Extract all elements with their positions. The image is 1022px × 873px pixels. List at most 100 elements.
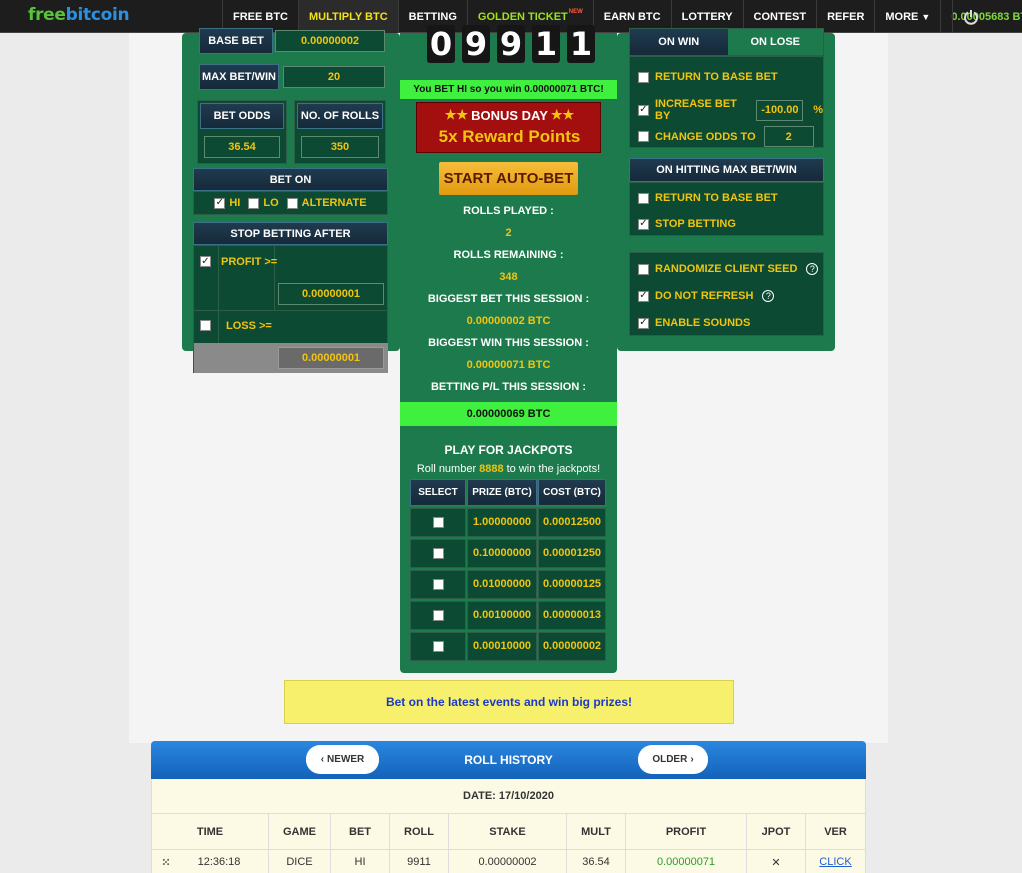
stop-betting-checkbox[interactable]: ✓ xyxy=(638,218,649,230)
bet-odds-box: BET ODDS 36.54 xyxy=(197,100,287,164)
jackpot-row: 0.10000000 0.00001250 xyxy=(410,538,606,568)
chevron-left-icon: ‹ xyxy=(320,754,325,765)
jackpot-subtitle: Roll number 8888 to win the jackpots! xyxy=(416,463,601,475)
rolls-remaining-value: 348 xyxy=(499,270,518,283)
roll-history-title: ROLL HISTORY xyxy=(464,753,553,767)
hi-checkbox[interactable]: ✓ xyxy=(214,197,226,209)
max-bet-label: MAX BET/WIN xyxy=(199,64,279,90)
digit-1: 0 xyxy=(427,25,455,63)
biggest-win-value: 0.00000071 BTC xyxy=(466,358,551,371)
session-stats: ROLLS PLAYED : 2 ROLLS REMAINING : 348 B… xyxy=(400,200,617,398)
nav-refer[interactable]: REFER xyxy=(816,0,874,33)
jackpot-prize: 0.00010000 xyxy=(467,631,537,661)
verify-link[interactable]: CLICK xyxy=(806,850,865,873)
col-stake: STAKE xyxy=(449,814,567,850)
bet-odds-input[interactable]: 36.54 xyxy=(204,136,280,158)
change-odds-checkbox[interactable] xyxy=(638,131,649,142)
jackpot-cost: 0.00000002 xyxy=(538,631,606,661)
on-win-options: RETURN TO BASE BET ✓ INCREASE BET BY -100… xyxy=(629,56,824,148)
lo-checkbox[interactable] xyxy=(248,197,260,209)
bonus-day-banner: ★★ BONUS DAY ★★ 5x Reward Points xyxy=(416,102,601,153)
col-ver: VER xyxy=(824,826,847,838)
change-odds-input[interactable]: 2 xyxy=(763,126,814,147)
jackpot-row: 0.00010000 0.00000002 xyxy=(410,631,606,661)
no-refresh-checkbox[interactable]: ✓ xyxy=(638,290,649,302)
enable-sounds-checkbox[interactable]: ✓ xyxy=(638,317,649,329)
bet-on-options: ✓ HI LO ALTERNATE xyxy=(193,191,388,215)
chevron-right-icon: › xyxy=(690,754,694,765)
star-icon: ★★ xyxy=(550,107,575,122)
jackpot-select-checkbox[interactable] xyxy=(432,640,444,652)
newer-button[interactable]: ‹ NEWER xyxy=(306,745,379,774)
new-badge: NEW xyxy=(568,8,583,15)
power-icon[interactable] xyxy=(952,0,988,33)
right-settings: ON WIN ON LOSE RETURN TO BASE BET ✓ INCRE… xyxy=(629,28,824,348)
betting-promo-banner[interactable]: Bet on the latest events and win big pri… xyxy=(284,680,734,724)
loss-checkbox[interactable] xyxy=(200,320,211,331)
jackpot-cost: 0.00001250 xyxy=(538,538,606,568)
table-row: ⁙ 12:36:18 DICE HI 9911 0.00000002 36.54… xyxy=(152,850,865,873)
help-icon[interactable]: ? xyxy=(762,290,775,302)
tab-on-lose[interactable]: ON LOSE xyxy=(727,29,823,55)
session-pl-label: BETTING P/L THIS SESSION : xyxy=(430,381,587,393)
history-date: DATE: 17/10/2020 xyxy=(152,779,865,814)
col-time: TIME xyxy=(152,814,269,850)
jpot-none-icon: ✕ xyxy=(747,850,806,873)
star-icon: ★★ xyxy=(444,107,469,122)
jackpot-select-checkbox[interactable] xyxy=(432,578,444,590)
rolls-box: NO. OF ROLLS 350 xyxy=(294,100,386,164)
jackpot-prize: 0.10000000 xyxy=(467,538,537,568)
jackpot-prize: 0.00100000 xyxy=(467,600,537,630)
digit-4: 1 xyxy=(532,25,560,63)
jackpot-select-checkbox[interactable] xyxy=(432,609,444,621)
loss-input[interactable]: 0.00000001 xyxy=(278,347,384,369)
rolls-input[interactable]: 350 xyxy=(301,136,379,158)
jackpot-cost: 0.00000125 xyxy=(538,569,606,599)
rolls-remaining-label: ROLLS REMAINING : xyxy=(453,248,564,261)
alternate-checkbox[interactable] xyxy=(286,197,298,209)
tab-on-win[interactable]: ON WIN xyxy=(630,29,728,55)
logo[interactable]: freebitcoin xyxy=(28,5,130,25)
max-return-base-checkbox[interactable] xyxy=(638,192,649,204)
increase-bet-checkbox[interactable]: ✓ xyxy=(638,104,649,116)
nav-more[interactable]: MORE ▼ xyxy=(874,0,940,33)
max-hit-options: RETURN TO BASE BET ✓ STOP BETTING xyxy=(629,182,824,236)
increase-bet-input[interactable]: -100.00 xyxy=(756,99,804,121)
jackpot-row: 1.00000000 0.00012500 xyxy=(410,507,606,537)
max-bet-input[interactable]: 20 xyxy=(283,66,385,88)
jackpot-cost: 0.00012500 xyxy=(538,507,606,537)
col-prize: PRIZE (BTC) xyxy=(467,479,537,506)
help-icon[interactable]: ? xyxy=(806,263,819,275)
profit-label: PROFIT >= xyxy=(221,256,278,268)
older-button[interactable]: OLDER › xyxy=(638,745,708,774)
digit-3: 9 xyxy=(497,25,525,63)
max-hit-header: ON HITTING MAX BET/WIN xyxy=(629,158,824,182)
start-auto-bet-button[interactable]: START AUTO-BET xyxy=(439,162,578,195)
col-select: SELECT xyxy=(410,479,466,506)
jackpot-row: 0.01000000 0.00000125 xyxy=(410,569,606,599)
misc-options: RANDOMIZE CLIENT SEED? ✓ DO NOT REFRESH? … xyxy=(629,252,824,336)
col-mult: MULT xyxy=(567,814,626,850)
biggest-win-label: BIGGEST WIN THIS SESSION : xyxy=(428,336,589,349)
profit-checkbox[interactable]: ✓ xyxy=(200,256,211,267)
chevron-down-icon: ▼ xyxy=(921,11,931,22)
history-header-row: TIME GAME BET ROLL STAKE MULT PROFIT JPO… xyxy=(152,814,865,850)
jackpot-select-checkbox[interactable] xyxy=(432,547,444,559)
jackpot-table: SELECT PRIZE (BTC) COST (BTC) 1.00000000… xyxy=(410,479,606,661)
bonus-subtitle: 5x Reward Points xyxy=(438,127,581,146)
jackpot-cost: 0.00000013 xyxy=(538,600,606,630)
col-profit: PROFIT xyxy=(626,814,747,850)
roll-history-table: DATE: 17/10/2020 TIME GAME BET ROLL STAK… xyxy=(151,779,866,873)
roll-history-header: ‹ NEWER ROLL HISTORY OLDER › xyxy=(151,741,866,779)
left-settings: BASE BET 0.00000002 MAX BET/WIN 20 BET O… xyxy=(193,28,389,373)
rolls-played-value: 2 xyxy=(505,226,512,239)
loss-label: LOSS >= xyxy=(226,320,272,332)
randomize-seed-checkbox[interactable] xyxy=(638,263,649,275)
profit-input[interactable]: 0.00000001 xyxy=(278,283,384,305)
digit-2: 9 xyxy=(462,25,490,63)
base-bet-input[interactable]: 0.00000002 xyxy=(275,30,385,52)
win-lose-tabs: ON WIN ON LOSE xyxy=(629,28,824,56)
bet-on-header: BET ON xyxy=(193,168,388,191)
return-base-checkbox[interactable] xyxy=(638,71,649,83)
jackpot-select-checkbox[interactable] xyxy=(432,516,444,528)
